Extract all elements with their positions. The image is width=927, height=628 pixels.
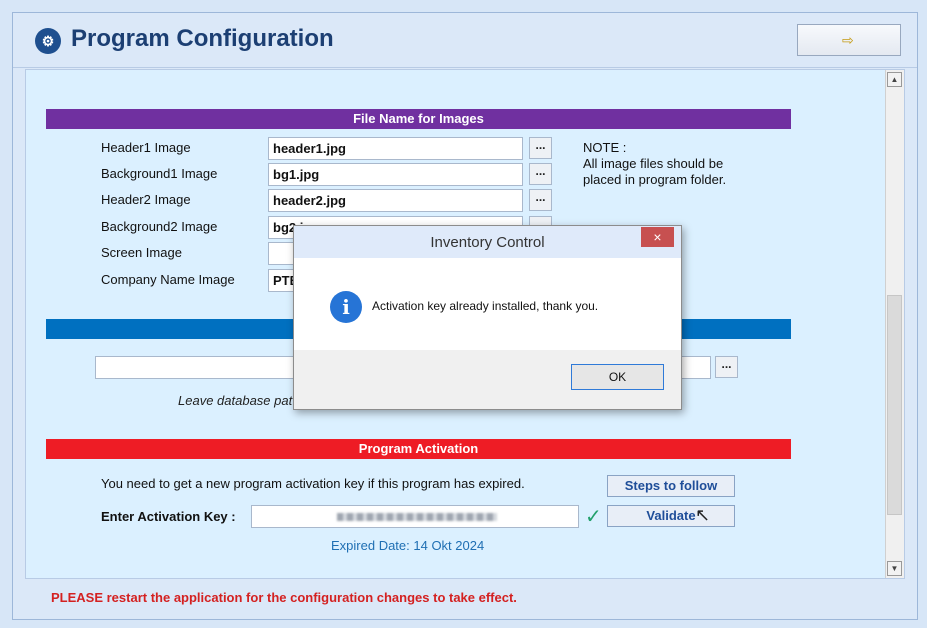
gear-icon: ⚙	[35, 28, 61, 54]
note-line-1: All image files should be	[583, 156, 724, 171]
check-icon: ✓	[585, 506, 602, 528]
status-bar: PLEASE restart the application for the c…	[25, 581, 905, 615]
ok-button[interactable]: OK	[571, 364, 664, 390]
database-path-hint: Leave database pat	[178, 393, 293, 408]
dialog-footer: OK	[294, 350, 681, 409]
activation-key-label: Enter Activation Key :	[101, 509, 236, 524]
header2-input[interactable]: header2.jpg	[268, 189, 523, 212]
validate-button[interactable]: Validate	[607, 505, 735, 527]
steps-to-follow-button[interactable]: Steps to follow	[607, 475, 735, 497]
background1-browse-button[interactable]: ...	[529, 163, 552, 185]
exit-button[interactable]: ⇨	[797, 24, 901, 56]
header2-browse-button[interactable]: ...	[529, 189, 552, 211]
note-title: NOTE :	[583, 140, 627, 155]
activation-key-input[interactable]	[251, 505, 579, 528]
vertical-scrollbar[interactable]: ▲ ▼	[885, 70, 904, 578]
background1-label: Background1 Image	[101, 166, 218, 181]
restart-warning: PLEASE restart the application for the c…	[51, 590, 517, 605]
page-title: Program Configuration	[71, 25, 334, 52]
mouse-cursor-icon: ↖	[695, 505, 711, 525]
exit-door-icon: ⇨	[842, 32, 854, 48]
title-bar: ⚙ Program Configuration ⇨	[13, 13, 917, 68]
message-dialog: Inventory Control × i Activation key alr…	[293, 225, 682, 410]
images-section-header: File Name for Images	[46, 109, 791, 129]
scroll-down-icon[interactable]: ▼	[887, 561, 902, 576]
header1-browse-button[interactable]: ...	[529, 137, 552, 159]
header1-label: Header1 Image	[101, 140, 191, 155]
screen-image-label: Screen Image	[101, 245, 182, 260]
activation-section-header: Program Activation	[46, 439, 791, 459]
close-icon[interactable]: ×	[641, 227, 674, 247]
dialog-title-bar: Inventory Control ×	[294, 226, 681, 258]
masked-key	[337, 513, 497, 521]
company-name-label: Company Name Image	[101, 272, 235, 287]
header2-label: Header2 Image	[101, 192, 191, 207]
info-icon: i	[330, 291, 362, 323]
activation-message: You need to get a new program activation…	[101, 476, 525, 491]
expired-date: Expired Date: 14 Okt 2024	[331, 538, 485, 553]
scroll-up-icon[interactable]: ▲	[887, 72, 902, 87]
note-line-2: placed in program folder.	[583, 172, 727, 187]
dialog-message: Activation key already installed, thank …	[372, 299, 599, 313]
background2-label: Background2 Image	[101, 219, 218, 234]
header1-input[interactable]: header1.jpg	[268, 137, 523, 160]
background1-input[interactable]: bg1.jpg	[268, 163, 523, 186]
dialog-title: Inventory Control	[430, 234, 545, 251]
scroll-thumb[interactable]	[887, 295, 902, 515]
database-browse-button[interactable]: ...	[715, 356, 738, 378]
